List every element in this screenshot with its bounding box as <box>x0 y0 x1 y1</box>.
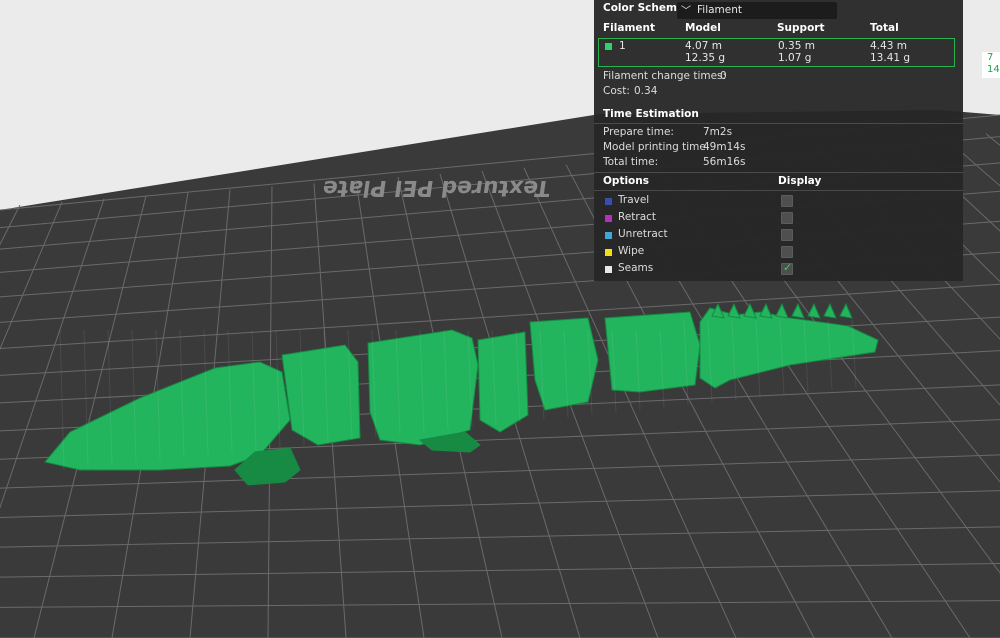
filament-change-value: 0 <box>720 70 727 82</box>
body-segment <box>281 344 361 446</box>
total-time-label: Total time: <box>603 156 659 168</box>
display-checkbox[interactable] <box>781 195 793 207</box>
check-icon: ✓ <box>783 261 793 274</box>
body-segment <box>477 331 529 433</box>
option-label: Retract <box>618 211 657 223</box>
col-model-header: Model <box>685 22 721 34</box>
separator <box>594 190 963 191</box>
model-time-value: 49m14s <box>703 141 746 153</box>
right-readout: 7 14 <box>982 52 1000 78</box>
time-estimation-title: Time Estimation <box>603 108 699 120</box>
display-checkbox[interactable] <box>781 229 793 241</box>
plate-label: Textured PEI Plate <box>321 175 552 201</box>
option-color-swatch <box>605 249 612 256</box>
col-support-header: Support <box>777 22 825 34</box>
support-weight: 1.07 g <box>778 52 812 64</box>
color-scheme-value: Filament <box>697 4 743 16</box>
option-color-swatch <box>605 232 612 239</box>
option-color-swatch <box>605 198 612 205</box>
readout-line-1: 7 <box>987 52 994 63</box>
display-checkbox[interactable] <box>781 212 793 224</box>
filament-color-swatch <box>605 43 612 50</box>
total-length: 4.43 m <box>870 40 907 52</box>
prepare-time-value: 7m2s <box>703 126 733 138</box>
cost-label: Cost: <box>603 85 630 97</box>
option-row-retract[interactable]: Retract <box>594 210 963 227</box>
option-label: Seams <box>618 262 654 274</box>
color-scheme-label: Color Scheme <box>603 2 685 14</box>
separator <box>594 123 963 124</box>
total-time-value: 56m16s <box>703 156 746 168</box>
model-time-label: Model printing time: <box>603 141 710 153</box>
model-weight: 12.35 g <box>685 52 726 64</box>
chevron-down-icon: ﹀ <box>681 6 691 17</box>
display-checkbox[interactable] <box>781 246 793 258</box>
filament-row[interactable]: 1 4.07 m 12.35 g 0.35 m 1.07 g 4.43 m 13… <box>598 38 955 67</box>
color-scheme-dropdown[interactable]: ﹀ Filament <box>677 2 837 19</box>
option-color-swatch <box>605 266 612 273</box>
col-total-header: Total <box>870 22 899 34</box>
total-weight: 13.41 g <box>870 52 911 64</box>
support-length: 0.35 m <box>778 40 815 52</box>
option-row-unretract[interactable]: Unretract <box>594 227 963 244</box>
option-row-seams[interactable]: Seams ✓ <box>594 261 963 278</box>
body-segment <box>367 329 479 446</box>
legend-panel: Color Scheme ﹀ Filament Filament Model S… <box>594 0 963 281</box>
model-length: 4.07 m <box>685 40 722 52</box>
option-color-swatch <box>605 215 612 222</box>
separator <box>594 172 963 173</box>
filament-change-label: Filament change times: <box>603 70 727 82</box>
display-header: Display <box>778 175 822 187</box>
option-label: Travel <box>618 194 650 206</box>
prepare-time-label: Prepare time: <box>603 126 674 138</box>
cost-value: 0.34 <box>634 85 658 97</box>
readout-line-2: 14 <box>987 64 1000 75</box>
option-label: Unretract <box>618 228 668 240</box>
option-label: Wipe <box>618 245 645 257</box>
option-row-wipe[interactable]: Wipe <box>594 244 963 261</box>
filament-id: 1 <box>619 40 626 52</box>
col-filament-header: Filament <box>603 22 656 34</box>
options-header: Options <box>603 175 649 187</box>
display-checkbox[interactable]: ✓ <box>781 261 793 275</box>
option-row-travel[interactable]: Travel <box>594 193 963 210</box>
